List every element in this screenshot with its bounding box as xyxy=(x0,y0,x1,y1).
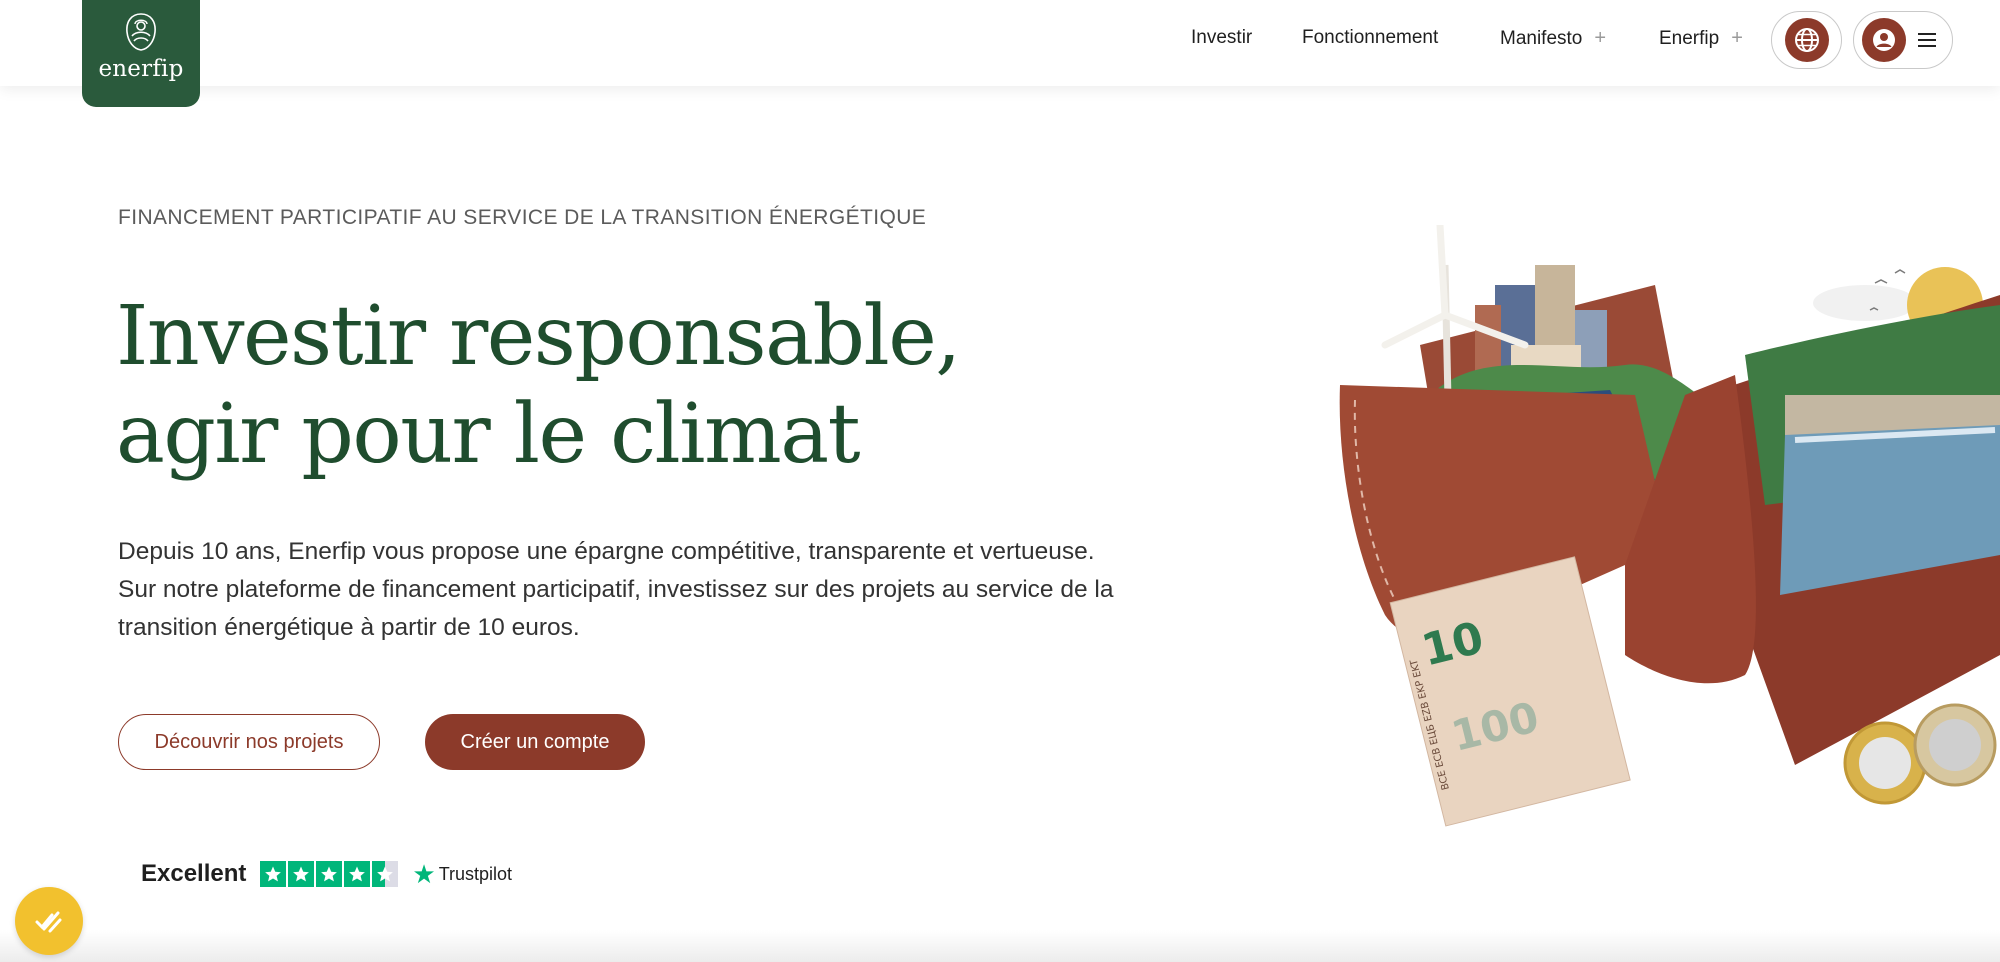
hamburger-icon xyxy=(1918,33,1936,47)
main-nav: Investir Fonctionnement Manifesto + Enerf… xyxy=(0,0,2000,86)
logo-text: enerfip xyxy=(98,56,184,82)
half-star-icon xyxy=(372,861,399,887)
globe-icon xyxy=(1784,18,1829,62)
nav-item-enerfip[interactable]: Enerfip + xyxy=(1659,27,1743,50)
trustpilot-stars xyxy=(260,861,399,887)
trustpilot-logo: ★ Trustpilot xyxy=(412,861,512,887)
star-icon xyxy=(288,861,315,887)
site-logo[interactable]: enerfip xyxy=(82,0,200,107)
site-header: Investir Fonctionnement Manifesto + Enerf… xyxy=(0,0,2000,86)
nav-item-label: Fonctionnement xyxy=(1302,27,1439,48)
hero-title-line: agir pour le climat xyxy=(116,387,861,482)
nav-item-investir[interactable]: Investir xyxy=(1191,27,1252,49)
hero-title: Investir responsable, agir pour le clima… xyxy=(116,288,961,484)
hero-description: Depuis 10 ans, Enerfip vous propose une … xyxy=(118,533,1198,647)
trustpilot-widget[interactable]: Excellent ★ Trustpilot xyxy=(141,856,512,892)
check-scribble-icon xyxy=(35,911,62,933)
banknote-icon: 10 100 BCE ECB ЕЦБ EZB EKP EKT xyxy=(1389,556,1631,827)
user-icon xyxy=(1862,18,1906,62)
hero-description-line: Sur notre plateforme de financement part… xyxy=(118,576,1114,603)
logo-emblem-icon xyxy=(126,13,156,51)
star-icon xyxy=(344,861,371,887)
nav-item-label: Enerfip xyxy=(1659,28,1720,49)
chat-widget-button[interactable] xyxy=(15,887,83,955)
account-menu-button[interactable] xyxy=(1853,11,1953,69)
plus-icon: + xyxy=(1731,27,1743,49)
hero-illustration: 10 100 BCE ECB ЕЦБ EZB EKP EKT xyxy=(1339,225,2000,827)
create-account-button[interactable]: Créer un compte xyxy=(425,714,645,770)
discover-projects-button[interactable]: Découvrir nos projets xyxy=(118,714,380,770)
language-button[interactable] xyxy=(1771,11,1842,69)
hero-kicker: FINANCEMENT PARTICIPATIF AU SERVICE DE L… xyxy=(118,206,927,229)
nav-item-fonctionnement[interactable]: Fonctionnement xyxy=(1302,27,1438,49)
trustpilot-brand: Trustpilot xyxy=(438,863,513,884)
nav-item-label: Manifesto xyxy=(1500,28,1583,49)
hero-description-line: Depuis 10 ans, Enerfip vous propose une … xyxy=(118,538,1095,565)
plus-icon: + xyxy=(1594,27,1607,49)
nav-item-manifesto[interactable]: Manifesto + xyxy=(1500,27,1606,50)
star-icon xyxy=(260,861,287,887)
nav-item-label: Investir xyxy=(1191,27,1253,48)
trustpilot-star-icon: ★ xyxy=(412,859,436,889)
section-divider-shadow xyxy=(0,930,2000,962)
hero-description-line: transition énergétique à partir de 10 eu… xyxy=(118,614,580,641)
trustpilot-rating-label: Excellent xyxy=(141,860,247,887)
star-icon xyxy=(316,861,343,887)
hero-title-line: Investir responsable, xyxy=(116,289,961,384)
